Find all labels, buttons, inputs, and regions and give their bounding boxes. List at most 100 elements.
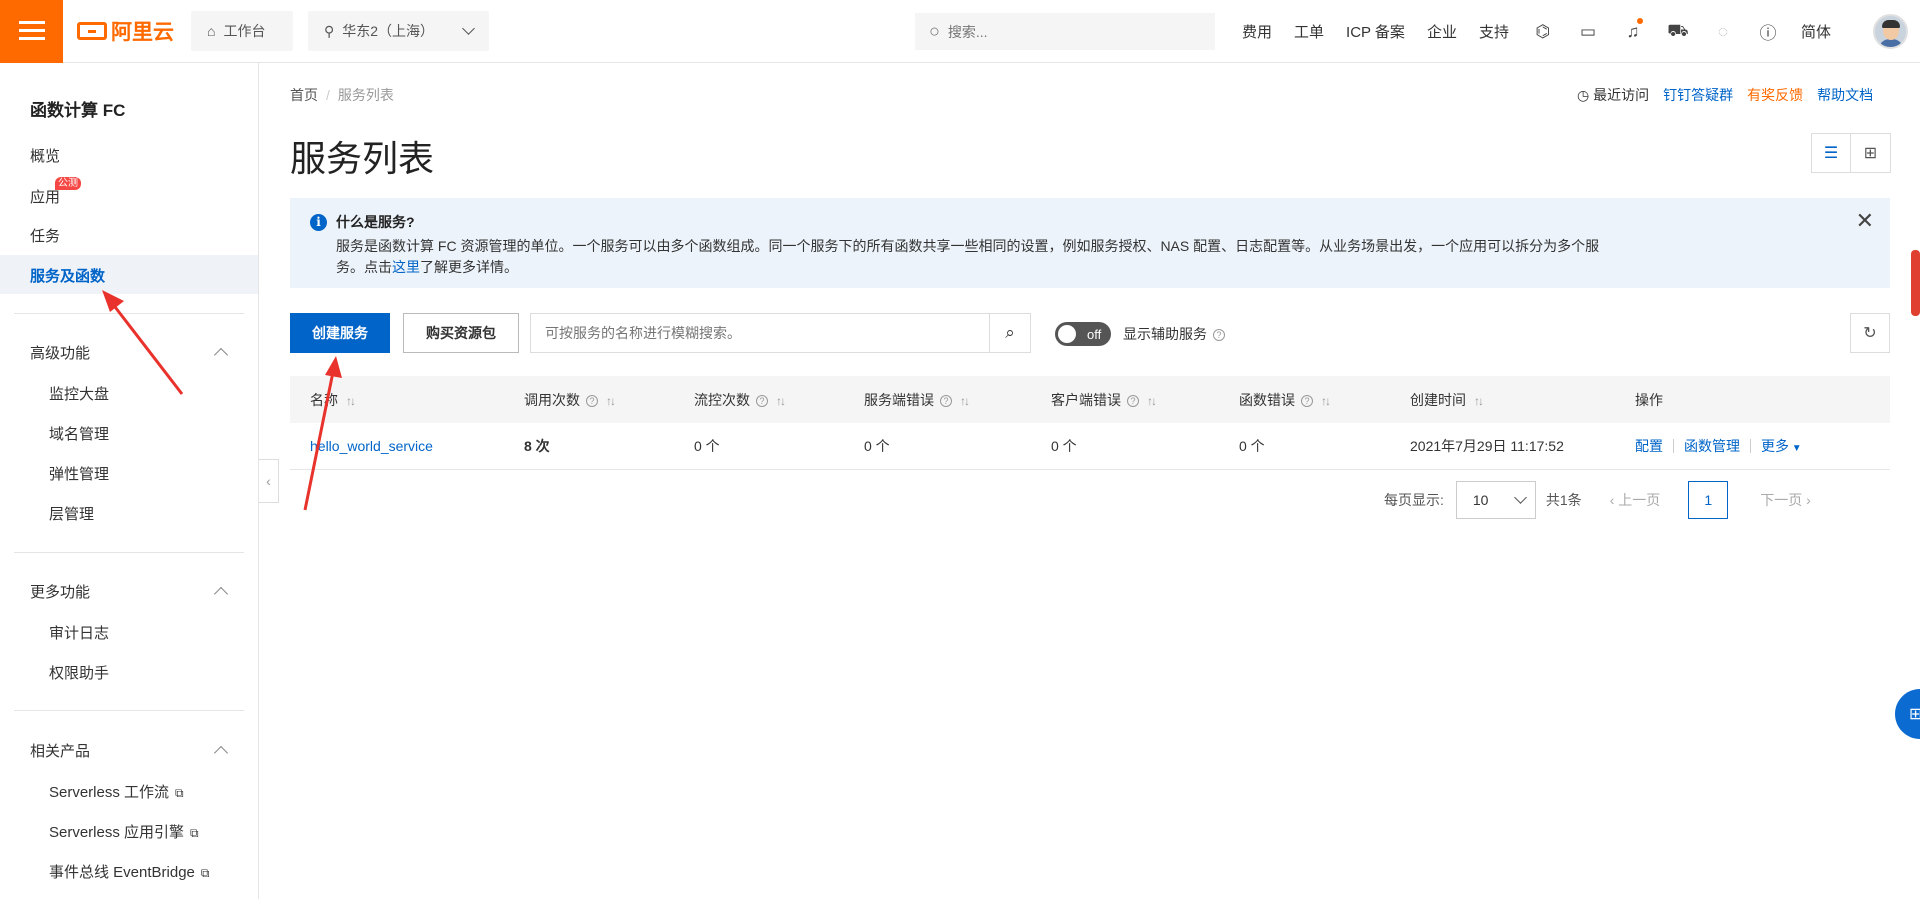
sidebar-link-sae[interactable]: Serverless 应用引擎 ⧉ — [49, 821, 199, 842]
sidebar-item-scaling[interactable]: 弹性管理 — [49, 463, 109, 484]
create-service-button[interactable]: 创建服务 — [290, 313, 390, 353]
grid-view-icon[interactable]: ⊞ — [1851, 134, 1890, 172]
cell-created: 2021年7月29日 11:17:52 — [1410, 438, 1564, 454]
page-1-button[interactable]: 1 — [1688, 481, 1729, 519]
more-label: 更多 — [1761, 438, 1789, 454]
divider — [1750, 439, 1751, 453]
help-icon[interactable]: ? — [756, 394, 768, 407]
sort-icon[interactable]: ↑↓ — [1474, 394, 1484, 408]
more-actions-dropdown[interactable]: 更多 ▼ — [1761, 436, 1802, 456]
config-link[interactable]: 配置 — [1635, 436, 1663, 456]
sort-icon[interactable]: ↑↓ — [1321, 394, 1331, 408]
avatar[interactable] — [1873, 14, 1908, 49]
col-header-name[interactable]: 名称 ↑↓ — [310, 390, 356, 410]
sidebar-item-domains[interactable]: 域名管理 — [49, 423, 109, 444]
chevron-right-icon: › — [1802, 492, 1811, 508]
hamburger-icon — [18, 21, 45, 41]
info-body: 服务是函数计算 FC 资源管理的单位。一个服务可以由多个函数组成。同一个服务下的… — [336, 236, 1626, 278]
workbench-button[interactable]: ⌂ 工作台 — [191, 11, 293, 51]
group-related[interactable]: 相关产品 — [30, 740, 230, 761]
sidebar-item-apps[interactable]: 应用 公测 — [30, 177, 81, 207]
info-banner: i 什么是服务? 服务是函数计算 FC 资源管理的单位。一个服务可以由多个函数组… — [290, 198, 1890, 288]
search-icon: ○ — [929, 21, 940, 41]
language-switch[interactable]: 简体 — [1801, 21, 1831, 42]
sort-icon[interactable]: ↑↓ — [776, 394, 786, 408]
sort-icon[interactable]: ↑↓ — [960, 394, 970, 408]
info-learn-more-link[interactable]: 这里 — [392, 259, 420, 275]
search-icon[interactable]: ⌕ — [989, 314, 1030, 352]
breadcrumb-home[interactable]: 首页 — [290, 87, 318, 103]
sidebar-link-serverless-workflow[interactable]: Serverless 工作流 ⧉ — [49, 781, 184, 802]
service-search: ⌕ — [530, 313, 1031, 353]
cart-icon[interactable]: ⛟ — [1666, 21, 1690, 43]
terminal-icon[interactable]: ▭ — [1576, 22, 1600, 42]
col-header-server-errors[interactable]: 服务端错误? ↑↓ — [864, 390, 970, 410]
scrollbar-thumb[interactable] — [1911, 250, 1920, 316]
col-header-throttles[interactable]: 流控次数? ↑↓ — [694, 390, 786, 410]
aliyun-logo[interactable]: 阿里云 — [77, 16, 181, 46]
sort-icon[interactable]: ↑↓ — [1147, 394, 1157, 408]
global-search[interactable]: ○ — [915, 13, 1215, 50]
service-search-input[interactable] — [531, 314, 989, 352]
help-icon[interactable]: ? — [940, 394, 952, 407]
sidebar-link-eventbridge[interactable]: 事件总线 EventBridge ⧉ — [49, 861, 209, 882]
group-more[interactable]: 更多功能 — [30, 581, 230, 602]
sidebar-item-services-functions[interactable]: 服务及函数 — [30, 265, 105, 286]
divider — [14, 313, 244, 314]
help-icon[interactable]: ? — [1301, 394, 1313, 407]
group-advanced[interactable]: 高级功能 — [30, 342, 230, 363]
table-header: 名称 ↑↓ 调用次数? ↑↓ 流控次数? ↑↓ 服务端错误? ↑↓ 客户端错误? ↑↓ 函… — [290, 376, 1890, 423]
aux-services-toggle[interactable]: off — [1055, 322, 1111, 346]
help-docs-link[interactable]: 帮助文档 — [1817, 85, 1873, 105]
link-label: Serverless 工作流 — [49, 784, 170, 801]
sort-icon[interactable]: ↑↓ — [346, 394, 356, 408]
help-icon[interactable]: ⓘ — [1756, 19, 1780, 44]
nav-link-billing[interactable]: 费用 — [1242, 21, 1272, 42]
dingtalk-group-link[interactable]: 钉钉答疑群 — [1663, 85, 1733, 105]
per-page-select[interactable]: 10 — [1455, 481, 1536, 519]
caret-down-icon: ▼ — [1789, 443, 1802, 454]
header-label: 流控次数 — [694, 391, 750, 408]
sort-icon[interactable]: ↑↓ — [606, 394, 616, 408]
buy-resource-pack-button[interactable]: 购买资源包 — [403, 313, 519, 353]
prev-page-button[interactable]: ‹ 上一页 — [1610, 490, 1661, 510]
bell-icon[interactable]: ♫ — [1621, 17, 1645, 42]
col-header-client-errors[interactable]: 客户端错误? ↑↓ — [1051, 390, 1157, 410]
help-icon[interactable]: ? — [1127, 394, 1139, 407]
refresh-icon[interactable]: ↻ — [1850, 313, 1890, 353]
nav-link-icp[interactable]: ICP 备案 — [1346, 21, 1405, 42]
col-header-func-errors[interactable]: 函数错误? ↑↓ — [1239, 390, 1331, 410]
api-explorer-icon[interactable]: ⌬ — [1531, 22, 1555, 42]
list-view-icon[interactable]: ☰ — [1812, 134, 1851, 172]
sidebar-item-permission-assistant[interactable]: 权限助手 — [49, 662, 109, 683]
lightbulb-icon[interactable]: ◌ — [1711, 22, 1735, 42]
close-icon[interactable]: ✕ — [1856, 210, 1874, 232]
row-actions: 配置 函数管理 更多 ▼ — [1635, 436, 1802, 456]
nav-link-support[interactable]: 支持 — [1479, 21, 1509, 42]
next-page-button[interactable]: 下一页 › — [1760, 490, 1811, 510]
sidebar-collapse-button[interactable]: ‹ — [259, 459, 279, 503]
menu-button[interactable] — [0, 0, 63, 63]
recent-visits-link[interactable]: ◷ 最近访问 — [1577, 85, 1649, 105]
help-icon[interactable]: ? — [1213, 329, 1225, 342]
col-header-created[interactable]: 创建时间 ↑↓ — [1410, 390, 1484, 410]
sidebar-item-tasks[interactable]: 任务 — [30, 225, 60, 246]
global-search-input[interactable] — [947, 23, 1188, 40]
col-header-calls[interactable]: 调用次数? ↑↓ — [524, 390, 616, 410]
nav-link-tickets[interactable]: 工单 — [1294, 21, 1324, 42]
logo-text: 阿里云 — [111, 21, 174, 44]
sidebar-item-layers[interactable]: 层管理 — [49, 503, 94, 524]
floating-assistant-button[interactable]: ⊞ — [1895, 689, 1920, 739]
nav-link-enterprise[interactable]: 企业 — [1427, 21, 1457, 42]
sidebar-item-overview[interactable]: 概览 — [30, 145, 60, 166]
region-selector[interactable]: ⚲ 华东2（上海） — [308, 11, 489, 51]
service-name-link[interactable]: hello_world_service — [310, 438, 433, 454]
sidebar-item-audit-log[interactable]: 审计日志 — [49, 622, 109, 643]
next-label: 下一页 — [1760, 492, 1803, 508]
help-icon[interactable]: ? — [586, 394, 598, 407]
sidebar-item-monitoring[interactable]: 监控大盘 — [49, 383, 109, 404]
info-text-tail: 了解更多详情。 — [420, 259, 518, 275]
beta-badge: 公测 — [55, 177, 81, 190]
function-management-link[interactable]: 函数管理 — [1684, 436, 1740, 456]
feedback-link[interactable]: 有奖反馈 — [1747, 85, 1803, 105]
